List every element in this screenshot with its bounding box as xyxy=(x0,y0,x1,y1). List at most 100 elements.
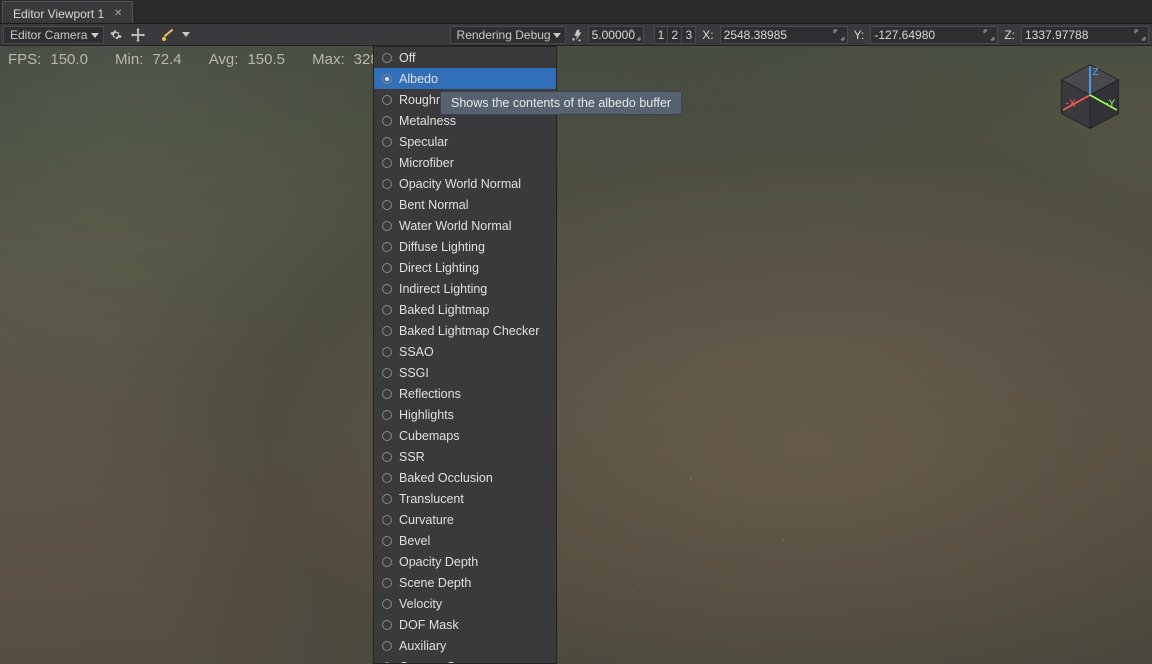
debug-option-opacity-world-normal[interactable]: Opacity World Normal xyxy=(374,173,556,194)
run-icon[interactable] xyxy=(568,26,586,44)
orientation-gizmo[interactable]: Z -X -Y xyxy=(1048,58,1132,142)
slot-2[interactable]: 2 xyxy=(668,26,682,44)
debug-option-highlights[interactable]: Highlights xyxy=(374,404,556,425)
min-label: Min: xyxy=(115,51,143,68)
rendering-debug-menu: OffAlbedoRoughnessMetalnessSpecularMicro… xyxy=(373,46,557,664)
radio-icon xyxy=(382,515,392,525)
move-icon[interactable] xyxy=(128,26,148,44)
slot-3-label: 3 xyxy=(685,28,692,42)
debug-option-specular[interactable]: Specular xyxy=(374,131,556,152)
debug-option-label: DOF Mask xyxy=(399,618,459,632)
radio-icon xyxy=(382,137,392,147)
y-value: -127.64980 xyxy=(874,28,935,42)
max-label: Max: xyxy=(312,51,345,68)
x-input[interactable]: 2548.38985 xyxy=(720,26,848,44)
debug-option-label: Gamma Space xyxy=(399,660,482,664)
radio-icon xyxy=(382,53,392,63)
debug-option-opacity-depth[interactable]: Opacity Depth xyxy=(374,551,556,572)
radio-icon xyxy=(382,158,392,168)
debug-option-label: Baked Lightmap xyxy=(399,303,489,317)
radio-icon xyxy=(382,242,392,252)
debug-option-off[interactable]: Off xyxy=(374,47,556,68)
debug-option-ssao[interactable]: SSAO xyxy=(374,341,556,362)
radio-icon xyxy=(382,599,392,609)
debug-option-baked-occlusion[interactable]: Baked Occlusion xyxy=(374,467,556,488)
x-label: X: xyxy=(698,28,717,42)
radio-icon xyxy=(382,221,392,231)
debug-option-diffuse-lighting[interactable]: Diffuse Lighting xyxy=(374,236,556,257)
viewport-3d[interactable] xyxy=(0,46,1152,664)
debug-option-label: Reflections xyxy=(399,387,461,401)
debug-option-velocity[interactable]: Velocity xyxy=(374,593,556,614)
terrain-render xyxy=(0,46,1152,664)
svg-text:Z: Z xyxy=(1093,67,1099,78)
z-value: 1337.97788 xyxy=(1025,28,1088,42)
debug-option-auxiliary[interactable]: Auxiliary xyxy=(374,635,556,656)
radio-icon xyxy=(382,368,392,378)
debug-option-water-world-normal[interactable]: Water World Normal xyxy=(374,215,556,236)
debug-option-label: Baked Occlusion xyxy=(399,471,493,485)
radio-icon xyxy=(382,494,392,504)
debug-option-label: Direct Lighting xyxy=(399,261,479,275)
avg-label: Avg: xyxy=(209,51,239,68)
debug-option-bent-normal[interactable]: Bent Normal xyxy=(374,194,556,215)
debug-option-dof-mask[interactable]: DOF Mask xyxy=(374,614,556,635)
viewport-toolbar: Editor Camera Rendering Debug 5.00000 1 … xyxy=(0,24,1152,46)
y-input[interactable]: -127.64980 xyxy=(870,26,998,44)
debug-option-scene-depth[interactable]: Scene Depth xyxy=(374,572,556,593)
debug-option-label: Auxiliary xyxy=(399,639,446,653)
brush-icon[interactable] xyxy=(158,26,178,44)
debug-option-label: Metalness xyxy=(399,114,456,128)
debug-option-microfiber[interactable]: Microfiber xyxy=(374,152,556,173)
y-label: Y: xyxy=(850,28,869,42)
speed-input[interactable]: 5.00000 xyxy=(588,26,644,44)
perf-stats: FPS: 150.0 Min: 72.4 Avg: 150.5 Max: 328… xyxy=(8,50,383,68)
z-input[interactable]: 1337.97788 xyxy=(1021,26,1149,44)
brush-dropdown-caret[interactable] xyxy=(182,32,190,37)
debug-option-label: Curvature xyxy=(399,513,454,527)
x-value: 2548.38985 xyxy=(724,28,787,42)
debug-option-indirect-lighting[interactable]: Indirect Lighting xyxy=(374,278,556,299)
viewport-tab[interactable]: Editor Viewport 1 ✕ xyxy=(2,1,133,23)
debug-option-albedo[interactable]: Albedo xyxy=(374,68,556,89)
debug-option-label: Bevel xyxy=(399,534,430,548)
debug-option-gamma-space[interactable]: Gamma Space xyxy=(374,656,556,664)
radio-icon xyxy=(382,578,392,588)
radio-icon xyxy=(382,473,392,483)
camera-select[interactable]: Editor Camera xyxy=(3,26,104,44)
radio-icon xyxy=(382,284,392,294)
debug-option-label: Opacity Depth xyxy=(399,555,478,569)
radio-icon xyxy=(382,536,392,546)
debug-option-cubemaps[interactable]: Cubemaps xyxy=(374,425,556,446)
radio-icon xyxy=(382,263,392,273)
debug-option-label: Off xyxy=(399,51,415,65)
debug-option-baked-lightmap-checker[interactable]: Baked Lightmap Checker xyxy=(374,320,556,341)
slot-2-label: 2 xyxy=(671,28,678,42)
debug-option-baked-lightmap[interactable]: Baked Lightmap xyxy=(374,299,556,320)
slot-3[interactable]: 3 xyxy=(682,26,696,44)
debug-option-label: Opacity World Normal xyxy=(399,177,521,191)
debug-option-ssgi[interactable]: SSGI xyxy=(374,362,556,383)
rendering-debug-select[interactable]: Rendering Debug xyxy=(450,26,566,44)
radio-icon xyxy=(382,200,392,210)
debug-option-label: SSR xyxy=(399,450,425,464)
camera-select-value: Editor Camera xyxy=(10,28,87,42)
radio-icon xyxy=(382,305,392,315)
debug-option-translucent[interactable]: Translucent xyxy=(374,488,556,509)
debug-option-bevel[interactable]: Bevel xyxy=(374,530,556,551)
close-icon[interactable]: ✕ xyxy=(112,8,124,20)
radio-icon xyxy=(382,410,392,420)
debug-option-label: Specular xyxy=(399,135,448,149)
debug-option-label: Water World Normal xyxy=(399,219,512,233)
debug-option-label: Microfiber xyxy=(399,156,454,170)
debug-option-ssr[interactable]: SSR xyxy=(374,446,556,467)
debug-option-direct-lighting[interactable]: Direct Lighting xyxy=(374,257,556,278)
avg-value: 150.5 xyxy=(247,51,285,68)
slot-1[interactable]: 1 xyxy=(654,26,669,44)
debug-option-curvature[interactable]: Curvature xyxy=(374,509,556,530)
fps-label: FPS: xyxy=(8,51,41,68)
fps-value: 150.0 xyxy=(50,51,88,68)
debug-option-reflections[interactable]: Reflections xyxy=(374,383,556,404)
gear-icon[interactable] xyxy=(106,26,126,44)
debug-option-label: Indirect Lighting xyxy=(399,282,487,296)
